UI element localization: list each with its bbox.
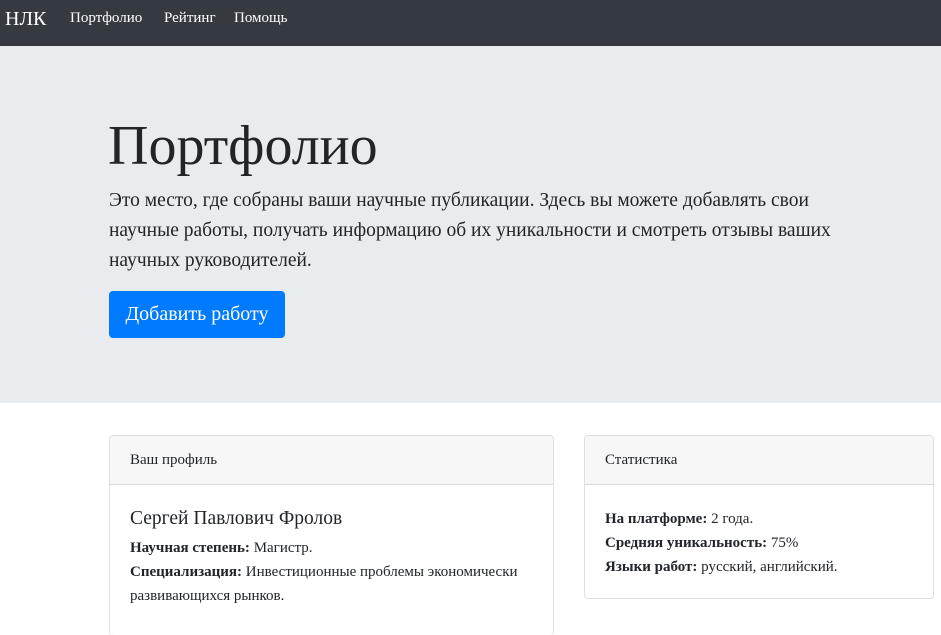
statistics-card: Статистика На платформе: 2 года. Средняя… [584,435,934,599]
specialization-line: Специализация: Инвестиционные проблемы э… [130,560,533,608]
uniqueness-value: 75% [767,535,799,551]
languages-value: русский, английский. [697,559,838,575]
top-navbar: НЛК Портфолио Рейтинг Помощь [0,0,941,46]
degree-value: Магистр. [249,540,313,556]
degree-line: Научная степень: Магистр. [130,536,533,560]
uniqueness-label: Средняя уникальность: [605,535,768,551]
specialization-label: Специализация: [130,564,243,580]
profile-card-body: Сергей Павлович Фролов Научная степень: … [130,506,533,608]
uniqueness-line: Средняя уникальность: 75% [605,531,913,555]
statistics-card-header: Статистика [585,436,933,485]
languages-label: Языки работ: [605,559,698,575]
add-work-button[interactable]: Добавить работу [109,291,285,338]
nav-link-rating[interactable]: Рейтинг [164,9,216,27]
profile-card: Ваш профиль Сергей Павлович Фролов Научн… [109,435,554,635]
platform-value: 2 года. [707,511,754,527]
user-full-name: Сергей Павлович Фролов [130,508,343,529]
degree-label: Научная степень: [130,540,250,556]
profile-card-header: Ваш профиль [110,436,553,485]
nav-link-portfolio[interactable]: Портфолио [70,9,142,27]
platform-label: На платформе: [605,511,708,527]
hero-section: Портфолио Это место, где собраны ваши на… [0,46,941,403]
platform-line: На платформе: 2 года. [605,507,913,531]
brand-logo[interactable]: НЛК [5,7,46,31]
hero-description: Это место, где собраны ваши научные публ… [109,190,831,271]
nav-link-help[interactable]: Помощь [234,9,287,27]
page-title: Портфолио [108,115,378,177]
statistics-card-body: На платформе: 2 года. Средняя уникальнос… [605,507,913,579]
languages-line: Языки работ: русский, английский. [605,555,913,579]
